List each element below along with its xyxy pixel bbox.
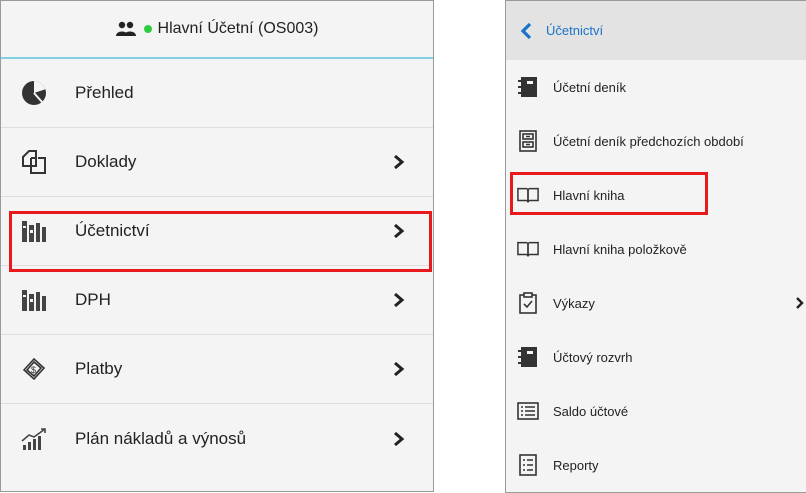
pie-chart-icon [21, 80, 47, 106]
documents-icon [21, 149, 47, 175]
chevron-left-icon [520, 22, 532, 40]
submenu-panel: Účetnictví Účetní deník Účetní deník pře… [505, 0, 806, 493]
submenu-item-reporty[interactable]: Reporty [506, 438, 806, 492]
menu-item-dph[interactable]: DPH [1, 266, 433, 335]
svg-text:$: $ [31, 365, 36, 375]
submenu-item-label: Hlavní kniha položkově [553, 241, 687, 257]
submenu-title: Účetnictví [546, 23, 604, 38]
chevron-right-icon [393, 431, 407, 446]
books-icon [21, 287, 47, 313]
chevron-right-icon [796, 297, 806, 309]
menu-item-label: Doklady [75, 152, 137, 171]
open-book-icon [517, 238, 539, 260]
chevron-right-icon [393, 224, 407, 238]
menu-item-label: Platby [75, 359, 123, 378]
notebook-icon [517, 76, 539, 98]
menu-item-label: DPH [75, 290, 111, 309]
submenu-item-label: Účtový rozvrh [553, 349, 633, 365]
back-button[interactable]: Účetnictví [506, 1, 806, 60]
submenu-item-saldo-uctove[interactable]: Saldo účtové [506, 384, 806, 438]
chevron-right-icon [393, 362, 407, 376]
submenu-item-label: Účetní deník předchozích období [553, 133, 744, 149]
submenu-item-label: Hlavní kniha [553, 187, 625, 203]
archive-cabinet-icon [517, 130, 539, 152]
notebook-icon [517, 346, 539, 368]
user-header: Hlavní Účetní (OS003) [1, 1, 433, 59]
report-list-icon [517, 454, 539, 476]
submenu-item-hlavni-kniha-polozkove[interactable]: Hlavní kniha položkově [506, 222, 806, 276]
submenu-item-label: Reporty [553, 457, 599, 473]
menu-item-ucetnictvi[interactable]: Účetnictví [1, 197, 433, 266]
menu-item-label: Účetnictví [75, 221, 150, 240]
submenu-item-vykazy[interactable]: Výkazy [506, 276, 806, 330]
submenu-item-uctovy-rozvrh[interactable]: Účtový rozvrh [506, 330, 806, 384]
submenu-item-label: Výkazy [553, 295, 595, 311]
submenu-item-label: Saldo účtové [553, 403, 629, 419]
user-name: Hlavní Účetní (OS003) [157, 20, 319, 37]
growth-chart-icon [21, 426, 47, 452]
users-icon [115, 21, 138, 37]
menu-item-platby[interactable]: $ Platby [1, 335, 433, 404]
open-book-icon [517, 184, 539, 206]
clipboard-check-icon [517, 292, 539, 314]
list-icon [517, 400, 539, 422]
submenu-item-hlavni-kniha[interactable]: Hlavní kniha [506, 168, 806, 222]
chevron-right-icon [393, 293, 407, 307]
money-icon: $ [21, 356, 47, 382]
books-icon [21, 218, 47, 244]
menu-item-label: Plán nákladů a výnosů [75, 428, 247, 448]
menu-item-prehled[interactable]: Přehled [1, 59, 433, 128]
menu-item-doklady[interactable]: Doklady [1, 128, 433, 197]
chevron-right-icon [393, 155, 407, 169]
menu-item-plan-nakladu[interactable]: Plán nákladů a výnosů [1, 404, 433, 473]
submenu-item-ucetni-denik-predchozich[interactable]: Účetní deník předchozích období [506, 114, 806, 168]
online-status-dot [143, 25, 152, 33]
submenu-item-ucetni-denik[interactable]: Účetní deník [506, 60, 806, 114]
submenu-item-label: Účetní deník [553, 79, 626, 95]
main-menu-panel: Hlavní Účetní (OS003) Přehled Doklady Úč… [0, 0, 434, 492]
menu-item-label: Přehled [75, 83, 134, 102]
